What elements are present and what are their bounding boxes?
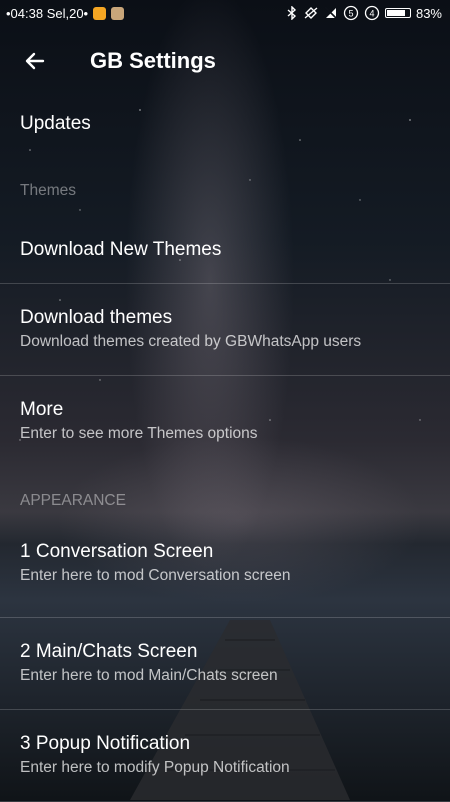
conversation-screen-item[interactable]: 1 Conversation Screen Enter here to mod … <box>0 526 450 618</box>
appearance-section-header: APPEARANCE <box>20 492 126 509</box>
battery-percent: 83% <box>415 5 442 21</box>
popup-notification-subtitle: Enter here to modify Popup Notification <box>20 759 290 776</box>
main-chats-screen-title: 2 Main/Chats Screen <box>20 641 198 662</box>
download-new-themes-item[interactable]: Download New Themes <box>0 216 450 284</box>
main-chats-screen-item[interactable]: 2 Main/Chats Screen Enter here to mod Ma… <box>0 618 450 710</box>
svg-text:4: 4 <box>369 9 374 19</box>
more-title: More <box>20 399 64 420</box>
notification-app-icon-2 <box>111 6 125 20</box>
battery-icon <box>384 8 411 18</box>
signal-off-icon <box>324 6 338 20</box>
popup-notification-item[interactable]: 3 Popup Notification Enter here to modif… <box>0 710 450 802</box>
updates-item[interactable]: Updates <box>0 96 450 158</box>
arrow-back-icon <box>25 52 45 70</box>
conversation-screen-subtitle: Enter here to mod Conversation screen <box>20 567 291 584</box>
updates-title: Updates <box>20 113 91 134</box>
conversation-screen-title: 1 Conversation Screen <box>20 541 214 562</box>
status-bar: •04:38 Sel,20• 5 4 83% <box>0 0 450 26</box>
status-left: •04:38 Sel,20• <box>6 5 125 21</box>
popup-notification-title: 3 Popup Notification <box>20 733 191 754</box>
download-themes-item[interactable]: Download themes Download themes created … <box>0 284 450 376</box>
more-subtitle: Enter to see more Themes options <box>20 425 258 442</box>
main-chats-screen-subtitle: Enter here to mod Main/Chats screen <box>20 667 278 684</box>
more-item[interactable]: More Enter to see more Themes options <box>0 376 450 468</box>
battery-fill <box>386 10 405 16</box>
data-sync-icon <box>304 7 318 19</box>
back-button[interactable] <box>0 26 70 96</box>
svg-text:5: 5 <box>348 9 353 19</box>
page-title: GB Settings <box>90 48 216 73</box>
download-new-themes-title: Download New Themes <box>20 239 222 260</box>
signal-5g-icon: 5 <box>343 5 359 21</box>
app-bar: GB Settings <box>0 26 450 96</box>
status-right: 5 4 83% <box>286 5 442 21</box>
signal-4g-icon: 4 <box>364 5 380 21</box>
bluetooth-icon <box>287 6 296 20</box>
download-themes-subtitle: Download themes created by GBWhatsApp us… <box>20 333 362 350</box>
download-themes-title: Download themes <box>20 307 173 328</box>
themes-section-header: Themes <box>20 182 76 199</box>
status-time: •04:38 Sel,20• <box>6 5 89 21</box>
settings-list: Updates Themes Download New Themes Downl… <box>0 96 450 802</box>
notification-app-icon <box>93 6 107 20</box>
